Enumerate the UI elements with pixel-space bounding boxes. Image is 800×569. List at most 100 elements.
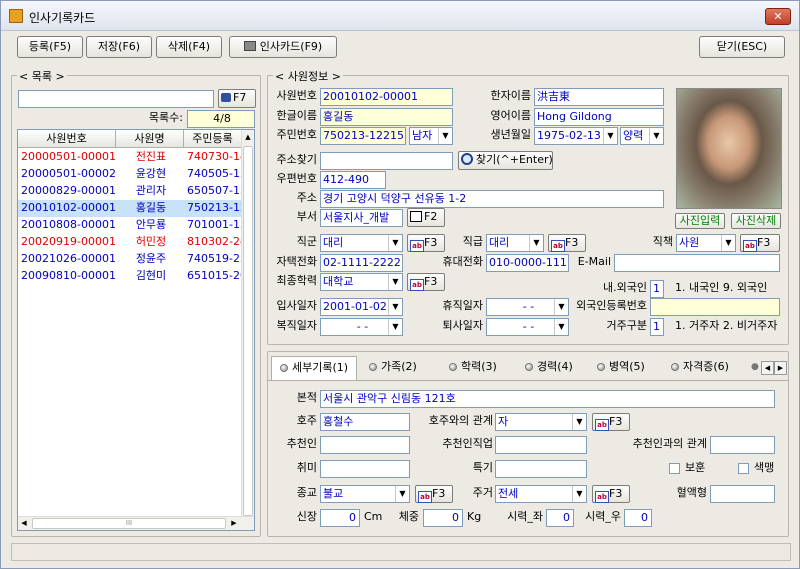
tab-scroll-right-icon[interactable]: ▶	[774, 361, 787, 375]
join-label: 입사일자	[276, 299, 317, 312]
email-field[interactable]	[614, 254, 780, 272]
grid-vertical-scrollbar[interactable]: ▲	[241, 130, 254, 516]
table-row[interactable]: 20010102-00001 홍길동 750213-122	[18, 200, 242, 217]
dept-field[interactable]: 서울지사_개발	[320, 209, 403, 227]
code-table-icon: ab	[410, 279, 424, 291]
ref-job-field[interactable]	[495, 436, 587, 454]
weight-field[interactable]: 0	[423, 509, 463, 527]
print-card-button[interactable]: 인사카드(F9)	[229, 36, 337, 58]
height-field[interactable]: 0	[320, 509, 360, 527]
foreign-field[interactable]: 1	[650, 280, 664, 298]
addr-field[interactable]: 경기 고양시 덕양구 선유동 1-2	[320, 190, 664, 208]
scroll-left-icon[interactable]: ◀	[18, 517, 30, 530]
alien-no-field[interactable]	[650, 298, 780, 316]
eye-left-field[interactable]: 0	[546, 509, 574, 527]
foreign-label: 내.외국인	[603, 281, 647, 294]
addr-search-button[interactable]: 찾기(^+Enter)	[458, 151, 553, 170]
list-search-button[interactable]: F7	[218, 89, 256, 108]
table-row[interactable]: 20000501-00001 전진표 740730-143	[18, 149, 242, 166]
blood-field[interactable]	[710, 485, 775, 503]
eng-name-field[interactable]: Hong Gildong	[534, 108, 664, 126]
eng-name-label: 영어이름	[490, 109, 531, 122]
gender-select[interactable]: 남자 ▼	[409, 127, 453, 145]
dept-lookup-button[interactable]: F2	[407, 208, 445, 227]
addr-search-input[interactable]	[320, 152, 453, 170]
grid-vscroll-thumb[interactable]	[243, 146, 253, 516]
tab-detail[interactable]: 세부기록(1)	[271, 356, 357, 380]
resident-field[interactable]: 1	[650, 318, 664, 336]
window-close-button[interactable]: ✕	[765, 8, 791, 25]
reg-no-field[interactable]: 750213-1221511	[320, 127, 406, 145]
grid-hscroll-thumb[interactable]: III	[32, 518, 226, 529]
tab-scroll-left-icon[interactable]: ◀	[761, 361, 774, 375]
join-date-picker[interactable]: 2001-01-02 ▼	[320, 298, 403, 316]
grid-horizontal-scrollbar[interactable]: ◀ III ▶	[18, 516, 254, 530]
list-search-input[interactable]	[18, 90, 214, 108]
table-row[interactable]: 20000829-00001 관리자 650507-134	[18, 183, 242, 200]
ref-rel-field[interactable]	[710, 436, 775, 454]
religion-select[interactable]: 불교 ▼	[320, 485, 410, 503]
mobile-field[interactable]: 010-0000-1111	[486, 254, 569, 272]
chevron-down-icon: ▼	[572, 486, 586, 502]
hanja-field[interactable]: 洪吉東	[534, 88, 664, 106]
table-row[interactable]: 20090810-00001 김현미 651015-203	[18, 268, 242, 285]
house-select[interactable]: 전세 ▼	[495, 485, 587, 503]
rank-lookup-button[interactable]: ab F3	[407, 234, 445, 252]
chevron-down-icon: ▼	[554, 319, 568, 335]
scroll-up-icon[interactable]: ▲	[242, 130, 254, 144]
return-date-picker[interactable]: - - ▼	[320, 318, 403, 336]
religion-lookup-button[interactable]: ab F3	[415, 485, 453, 503]
retire-date-picker[interactable]: - - ▼	[486, 318, 569, 336]
rel-lookup-button[interactable]: ab F3	[592, 413, 630, 431]
rel-select[interactable]: 자 ▼	[495, 413, 587, 431]
resident-label: 거주구분	[606, 319, 647, 332]
kor-name-field[interactable]: 홍길동	[320, 108, 453, 126]
photo-delete-button[interactable]: 사진삭제	[731, 213, 781, 229]
tab-career[interactable]: 경력(4)	[519, 356, 573, 380]
table-row[interactable]: 20000501-00002 윤강현 740505-131	[18, 166, 242, 183]
tab-military[interactable]: 병역(5)	[591, 356, 645, 380]
skill-field[interactable]	[495, 460, 587, 478]
table-row[interactable]: 20021026-00001 정윤주 740519-235	[18, 251, 242, 268]
leave-date-picker[interactable]: - - ▼	[486, 298, 569, 316]
duty-lookup-button[interactable]: ab F3	[740, 234, 780, 252]
calendar-select[interactable]: 양력 ▼	[620, 127, 664, 145]
table-row[interactable]: 20010808-00001 안무룡 701001-132	[18, 217, 242, 234]
employee-grid[interactable]: 사원번호 사원명 주민등록 20000501-00001 전진표 740730-14…	[17, 129, 255, 531]
origin-field[interactable]: 서울시 관악구 신림동 121호	[320, 390, 775, 408]
col-header-reg[interactable]: 주민등록	[184, 130, 242, 148]
birth-date-picker[interactable]: 1975-02-13 ▼	[534, 127, 618, 145]
zip-field[interactable]: 412-490	[320, 171, 386, 189]
tab-education[interactable]: 학력(3)	[443, 356, 497, 380]
delete-button[interactable]: 삭제(F4)	[156, 36, 222, 58]
edu-select[interactable]: 대학교 ▼	[320, 273, 403, 291]
detail-tabs: 세부기록(1) 가족(2) 학력(3) 경력(4) 병역(5) 자격증(6) ●…	[267, 356, 789, 380]
close-button[interactable]: 닫기(ESC)	[699, 36, 785, 58]
col-header-emp-no[interactable]: 사원번호	[18, 130, 116, 148]
tab-family[interactable]: 가족(2)	[363, 356, 417, 380]
scroll-right-icon[interactable]: ▶	[228, 517, 240, 530]
list-count-label: 목록수:	[148, 111, 183, 124]
duty-select[interactable]: 사원 ▼	[676, 234, 736, 252]
save-button[interactable]: 저장(F6)	[86, 36, 152, 58]
col-header-name[interactable]: 사원명	[116, 130, 184, 148]
rank-select[interactable]: 대리 ▼	[320, 234, 403, 252]
home-tel-field[interactable]: 02-1111-2222	[320, 254, 403, 272]
table-row[interactable]: 20020919-00001 허민정 810302-245	[18, 234, 242, 251]
color-blind-checkbox[interactable]	[738, 463, 749, 474]
tab-more[interactable]: ●	[747, 356, 759, 380]
tab-license[interactable]: 자격증(6)	[665, 356, 729, 380]
photo-input-button[interactable]: 사진입력	[675, 213, 725, 229]
head-field[interactable]: 홍철수	[320, 413, 410, 431]
grade-select[interactable]: 대리 ▼	[486, 234, 544, 252]
eye-right-field[interactable]: 0	[624, 509, 652, 527]
grade-lookup-button[interactable]: ab F3	[548, 234, 586, 252]
emp-no-field[interactable]: 20010102-00001	[320, 88, 453, 106]
chevron-down-icon: ▼	[721, 235, 735, 251]
ref-field[interactable]	[320, 436, 410, 454]
edu-lookup-button[interactable]: ab F3	[407, 273, 445, 291]
vet-checkbox[interactable]	[669, 463, 680, 474]
house-lookup-button[interactable]: ab F3	[592, 485, 630, 503]
register-button[interactable]: 등록(F5)	[17, 36, 83, 58]
hobby-field[interactable]	[320, 460, 410, 478]
